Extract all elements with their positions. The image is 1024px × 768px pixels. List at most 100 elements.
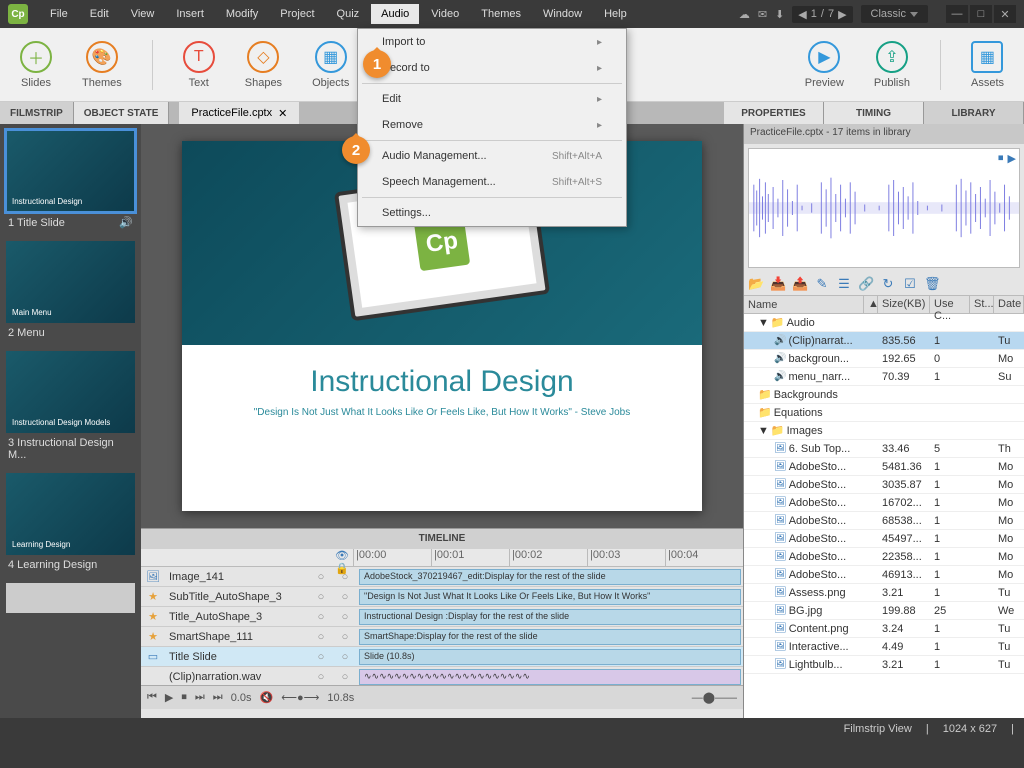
tl-rewind-icon[interactable]: ⏮ [147,691,157,704]
shapes-button[interactable]: ◇Shapes [245,41,282,89]
library-row[interactable]: 🖼 Lightbulb...3.211Tu [744,656,1024,674]
publish-button[interactable]: ⇪Publish [874,41,910,89]
slide-title-text[interactable]: Instructional Design [182,345,702,407]
object-state-tab[interactable]: OBJECT STATE [74,102,170,124]
library-row[interactable]: ▼ 📁 Images [744,422,1024,440]
mail-icon[interactable]: ✉ [758,8,767,21]
maximize-button[interactable]: □ [970,5,992,23]
menu-modify[interactable]: Modify [216,4,268,24]
wave-play-icon[interactable]: ▶ [1008,152,1016,165]
timeline-row[interactable]: ★SubTitle_AutoShape_3○○"Design Is Not Ju… [141,587,743,607]
library-row[interactable]: 🔊 menu_narr...70.391Su [744,368,1024,386]
library-row[interactable]: 🖼 AdobeSto...68538...1Mo [744,512,1024,530]
lib-edit-icon[interactable]: ✎ [814,276,830,292]
library-row[interactable]: 🖼 AdobeSto...16702...1Mo [744,494,1024,512]
document-tab[interactable]: PracticeFile.cptx✕ [179,102,299,124]
library-row[interactable]: 🖼 Content.png3.241Tu [744,620,1024,638]
download-icon[interactable]: ⬇ [775,8,784,21]
close-tab-icon[interactable]: ✕ [278,107,287,120]
timeline-row[interactable]: (Clip)narration.wav○○∿∿∿∿∿∿∿∿∿∿∿∿∿∿∿∿∿∿∿… [141,667,743,685]
status-dimensions: 1024 x 627 [943,723,997,735]
library-tab[interactable]: LIBRARY [924,102,1024,124]
themes-button[interactable]: 🎨Themes [82,41,122,89]
lib-import-icon[interactable]: 📥 [770,276,786,292]
library-row[interactable]: 🖼 Interactive...4.491Tu [744,638,1024,656]
tl-end-icon[interactable]: ⏭ [213,691,223,704]
menu-help[interactable]: Help [594,4,637,24]
lib-select-unused-icon[interactable]: ☑ [902,276,918,292]
audio-menu-speech-management-[interactable]: Speech Management...Shift+Alt+S [358,169,626,195]
audio-menu-import-to[interactable]: Import to▸ [358,29,626,55]
timeline-row[interactable]: 🖼Image_141○○AdobeStock_370219467_edit:Di… [141,567,743,587]
library-row[interactable]: 📁 Equations [744,404,1024,422]
slide-thumb-1[interactable]: Instructional Design1 Title Slide🔊 [6,130,135,233]
menu-view[interactable]: View [121,4,165,24]
library-row[interactable]: 🔊 (Clip)narrat...835.561Tu [744,332,1024,350]
library-row[interactable]: 🖼 AdobeSto...3035.871Mo [744,476,1024,494]
menu-insert[interactable]: Insert [166,4,214,24]
library-row[interactable]: 🖼 BG.jpg199.8825We [744,602,1024,620]
tl-stop-icon[interactable]: ⏹ [181,691,187,704]
library-row[interactable]: 🖼 Assess.png3.211Tu [744,584,1024,602]
library-row[interactable]: 🖼 AdobeSto...45497...1Mo [744,530,1024,548]
cloud-icon[interactable]: ☁ [739,8,750,21]
slide-thumb-3[interactable]: Instructional Design Models3 Instruction… [6,351,135,465]
timeline-row[interactable]: ★Title_AutoShape_3○○Instructional Design… [141,607,743,627]
menu-audio[interactable]: Audio [371,4,419,24]
tl-loop-icon[interactable]: 🔇 [259,691,273,704]
lib-usage-icon[interactable]: 🔗 [858,276,874,292]
lib-props-icon[interactable]: ☰ [836,276,852,292]
text-button[interactable]: TText [183,41,215,89]
status-view-mode: Filmstrip View [844,723,912,735]
audio-menu-settings-[interactable]: Settings... [358,200,626,226]
wave-stop-icon[interactable]: ⏹ [998,152,1004,165]
tl-forward-icon[interactable]: ⏭ [195,691,205,704]
library-row[interactable]: 🔊 backgroun...192.650Mo [744,350,1024,368]
timing-tab[interactable]: TIMING [824,102,924,124]
lib-export-icon[interactable]: 📤 [792,276,808,292]
workspace-dropdown[interactable]: Classic [861,5,928,23]
slides-button[interactable]: ＋Slides [20,41,52,89]
timeline-controls: ⏮ ▶ ⏹ ⏭ ⏭ 0.0s 🔇 ⟵●⟶ 10.8s —⬤—— [141,685,743,709]
objects-button[interactable]: ▦Objects [312,41,349,89]
audio-menu-remove[interactable]: Remove▸ [358,112,626,138]
timeline-row[interactable]: ★SmartShape_111○○SmartShape:Display for … [141,627,743,647]
menu-window[interactable]: Window [533,4,592,24]
menu-video[interactable]: Video [421,4,469,24]
properties-tab[interactable]: PROPERTIES [724,102,824,124]
status-bar: Filmstrip View | 1024 x 627 | [0,718,1024,740]
menu-edit[interactable]: Edit [80,4,119,24]
library-row[interactable]: 🖼 6. Sub Top...33.465Th [744,440,1024,458]
timeline-row[interactable]: ▭Title Slide○○Slide (10.8s) [141,647,743,667]
audio-menu-dropdown: Import to▸Record to▸ Edit▸Remove▸ Audio Ma… [357,28,627,227]
close-button[interactable]: ✕ [994,5,1016,23]
menu-quiz[interactable]: Quiz [327,4,370,24]
preview-button[interactable]: ▶Preview [805,41,844,89]
lib-update-icon[interactable]: ↻ [880,276,896,292]
minimize-button[interactable]: — [946,5,968,23]
tl-play-icon[interactable]: ▶ [165,691,173,704]
lib-delete-icon[interactable]: 🗑 [924,276,940,292]
assets-button[interactable]: ▦Assets [971,41,1004,89]
library-column-headers[interactable]: Name ▲ Size(KB) Use C... St... Date [744,296,1024,314]
filmstrip-tab[interactable]: FILMSTRIP [0,102,74,124]
slide-thumb-2[interactable]: Main Menu2 Menu [6,241,135,343]
audio-menu-edit[interactable]: Edit▸ [358,86,626,112]
slide-thumb-4[interactable]: Learning Design4 Learning Design [6,473,135,575]
library-row[interactable]: 🖼 AdobeSto...5481.361Mo [744,458,1024,476]
audio-menu-audio-management-[interactable]: Audio Management...Shift+Alt+A [358,143,626,169]
audio-menu-record-to[interactable]: Record to▸ [358,55,626,81]
menu-project[interactable]: Project [270,4,324,24]
menu-file[interactable]: File [40,4,78,24]
library-row[interactable]: 📁 Backgrounds [744,386,1024,404]
menu-themes[interactable]: Themes [471,4,531,24]
page-navigator[interactable]: ◀1/7▶ [792,6,852,23]
library-toolbar: 📂 📥 📤 ✎ ☰ 🔗 ↻ ☑ 🗑 [744,272,1024,296]
library-row[interactable]: 🖼 AdobeSto...46913...1Mo [744,566,1024,584]
tl-time: 0.0s [231,692,252,704]
audio-waveform-preview[interactable]: ⏹▶ [748,148,1020,268]
lib-open-icon[interactable]: 📂 [748,276,764,292]
library-row[interactable]: ▼ 📁 Audio [744,314,1024,332]
slide-subtitle-text[interactable]: "Design Is Not Just What It Looks Like O… [182,407,702,418]
library-row[interactable]: 🖼 AdobeSto...22358...1Mo [744,548,1024,566]
